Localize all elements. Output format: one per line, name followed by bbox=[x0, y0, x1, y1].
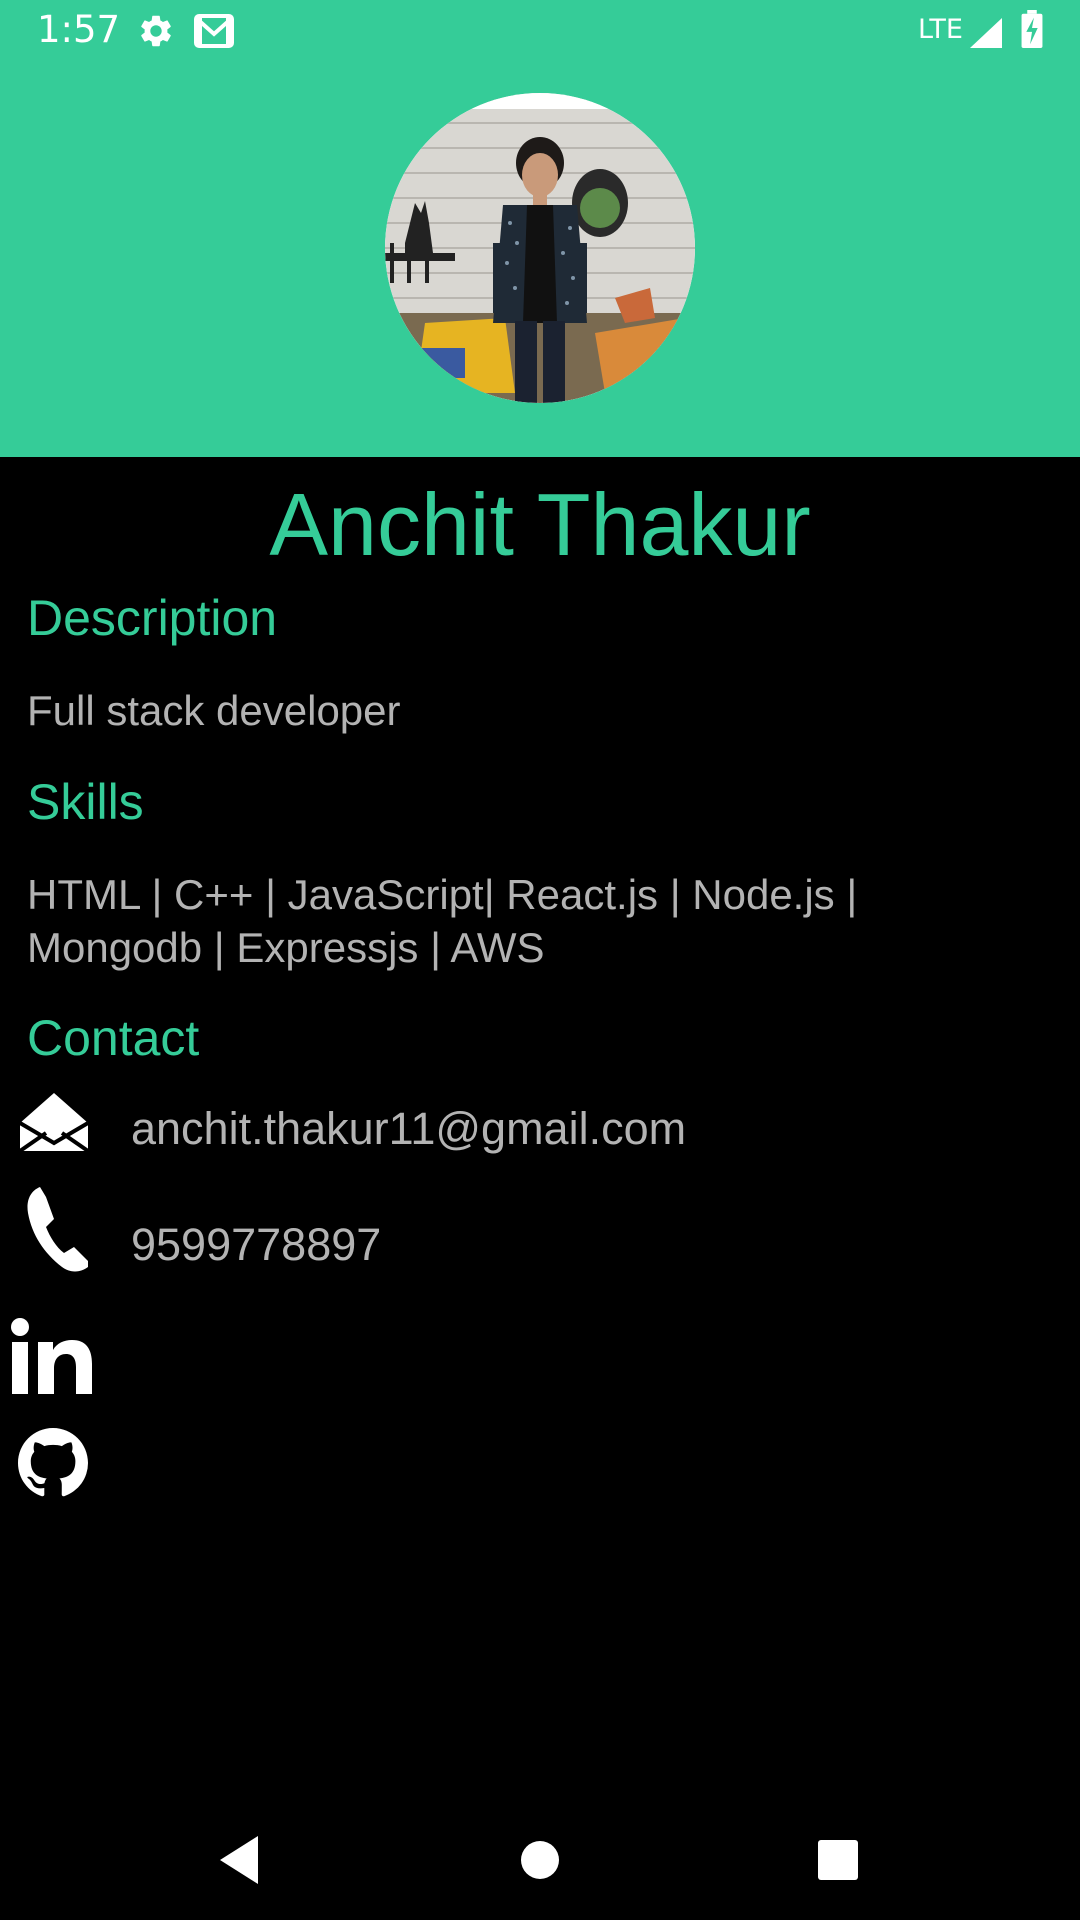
skills-title: Skills bbox=[27, 774, 144, 830]
envelope-open-icon bbox=[18, 1093, 90, 1153]
profile-screen: 1:57 LTE Anchit Thakur Description Full … bbox=[0, 0, 1080, 1920]
profile-header bbox=[0, 63, 1080, 457]
profile-avatar bbox=[385, 93, 695, 403]
recents-icon[interactable] bbox=[808, 1830, 868, 1890]
gmail-icon bbox=[194, 14, 234, 48]
back-icon[interactable] bbox=[210, 1830, 270, 1890]
linkedin-icon[interactable] bbox=[10, 1318, 94, 1396]
profile-name: Anchit Thakur bbox=[269, 475, 811, 574]
github-icon[interactable] bbox=[18, 1428, 88, 1498]
phone-icon bbox=[27, 1187, 88, 1272]
phone-text[interactable]: 9599778897 bbox=[131, 1219, 381, 1271]
description-text: Full stack developer bbox=[27, 687, 401, 734]
email-row[interactable]: anchit.thakur11@gmail.com bbox=[0, 1085, 1080, 1175]
navigation-bar bbox=[0, 1800, 1080, 1920]
battery-charging-icon bbox=[1021, 10, 1043, 48]
network-type: LTE bbox=[918, 14, 963, 45]
status-bar: 1:57 LTE bbox=[0, 0, 1080, 63]
status-time: 1:57 bbox=[37, 8, 121, 51]
settings-icon bbox=[141, 15, 171, 47]
skills-line-2: Mongodb | Expressjs | AWS bbox=[27, 924, 545, 971]
skills-line-1: HTML | C++ | JavaScript| React.js | Node… bbox=[27, 871, 858, 918]
email-text[interactable]: anchit.thakur11@gmail.com bbox=[131, 1103, 686, 1155]
description-title: Description bbox=[27, 590, 278, 646]
signal-icon bbox=[970, 18, 1002, 48]
phone-row[interactable]: 9599778897 bbox=[0, 1183, 1080, 1273]
profile-photo bbox=[385, 93, 695, 403]
contact-title: Contact bbox=[27, 1010, 200, 1066]
home-icon[interactable] bbox=[510, 1830, 570, 1890]
